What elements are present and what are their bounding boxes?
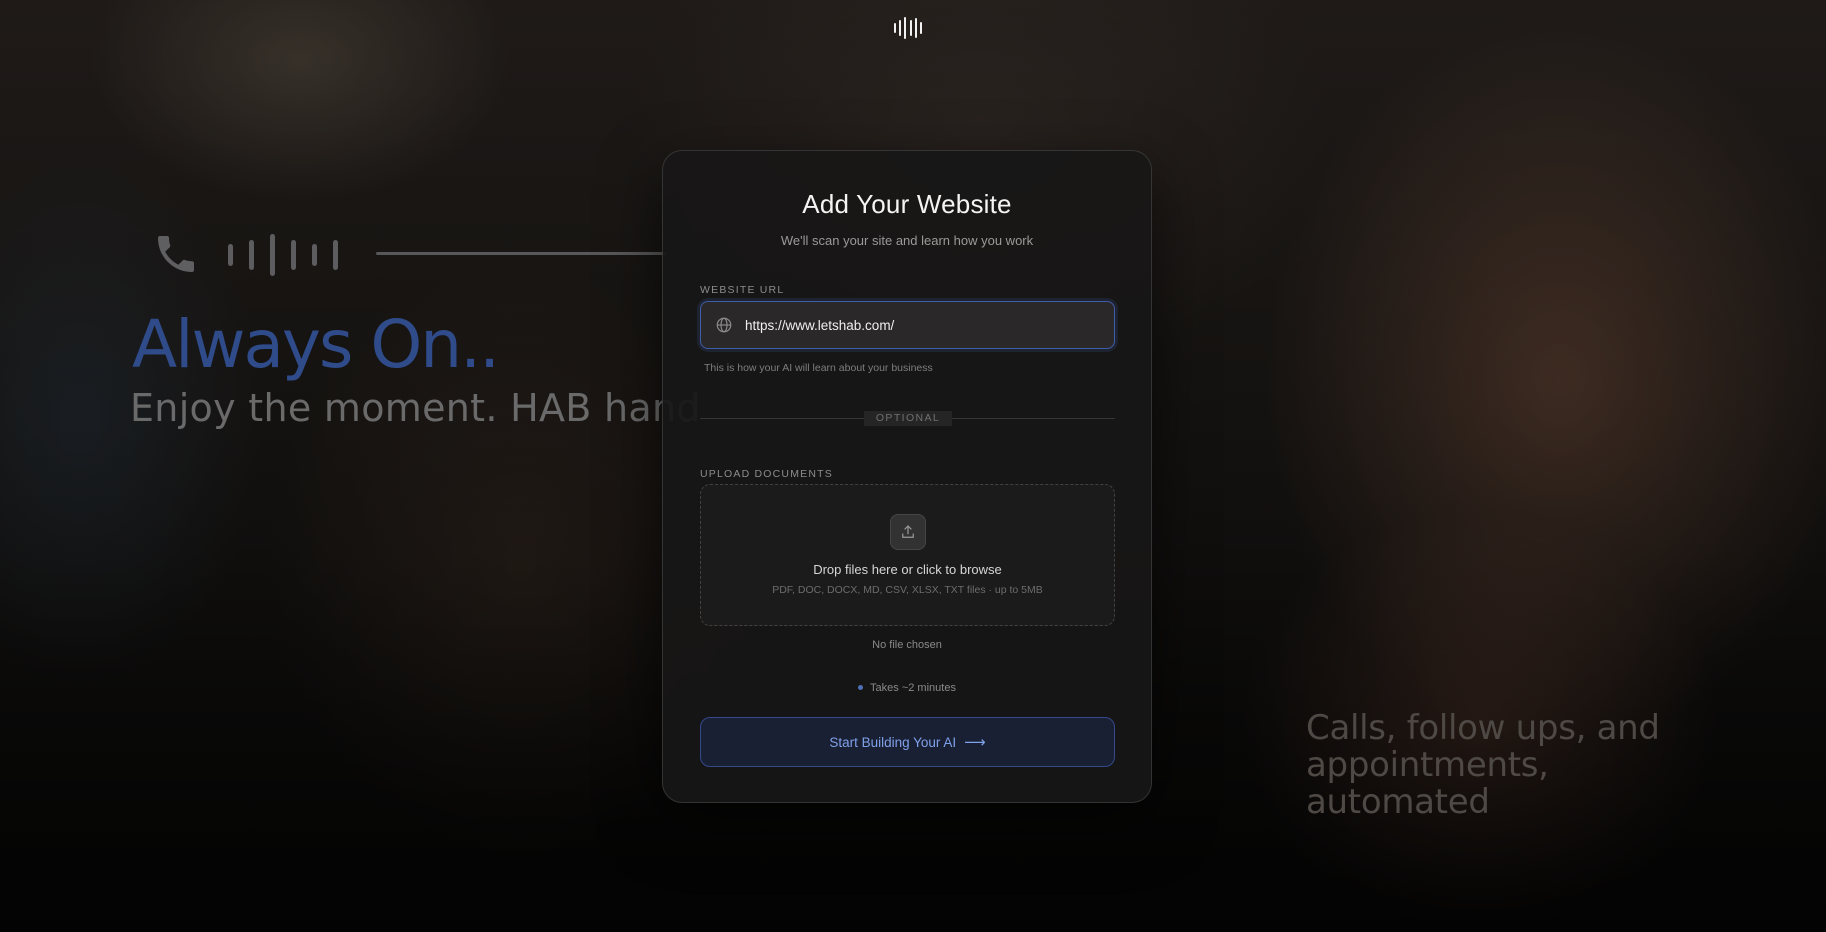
- hero-subtitle: Enjoy the moment. HAB hand: [130, 386, 701, 430]
- file-drop-zone[interactable]: Drop files here or click to browse PDF, …: [700, 484, 1115, 626]
- accepted-file-types: PDF, DOC, DOCX, MD, CSV, XLSX, TXT files…: [772, 584, 1043, 596]
- start-building-button[interactable]: Start Building Your AI ⟶: [700, 717, 1115, 767]
- arrow-right-icon: ⟶: [964, 734, 986, 751]
- file-status: No file chosen: [872, 639, 942, 651]
- hero-divider-line: [376, 252, 666, 255]
- drop-instructions: Drop files here or click to browse: [813, 562, 1002, 577]
- hero-title: Always On..: [132, 306, 500, 383]
- upload-documents-label: UPLOAD DOCUMENTS: [700, 468, 833, 480]
- phone-icon: [152, 230, 200, 278]
- status-dot-icon: [858, 684, 864, 690]
- globe-icon: [716, 317, 732, 333]
- website-url-field[interactable]: [700, 301, 1115, 349]
- optional-label: OPTIONAL: [864, 411, 952, 426]
- website-url-input[interactable]: [745, 317, 1114, 333]
- website-url-label: WEBSITE URL: [700, 284, 785, 296]
- website-url-hint: This is how your AI will learn about you…: [704, 362, 933, 374]
- waveform-logo-icon[interactable]: [894, 17, 922, 39]
- eta-note: Takes ~2 minutes: [663, 682, 1151, 694]
- add-website-card: Add Your Website We'll scan your site an…: [662, 150, 1152, 803]
- upload-icon: [890, 514, 926, 550]
- eta-text: Takes ~2 minutes: [870, 682, 956, 694]
- hero-tagline: Calls, follow ups, and appointments, aut…: [1306, 708, 1660, 822]
- card-subtitle: We'll scan your site and learn how you w…: [780, 233, 1034, 248]
- soundwave-icon: [228, 234, 338, 276]
- card-title: Add Your Website: [802, 189, 1012, 219]
- start-building-label: Start Building Your AI: [829, 734, 957, 750]
